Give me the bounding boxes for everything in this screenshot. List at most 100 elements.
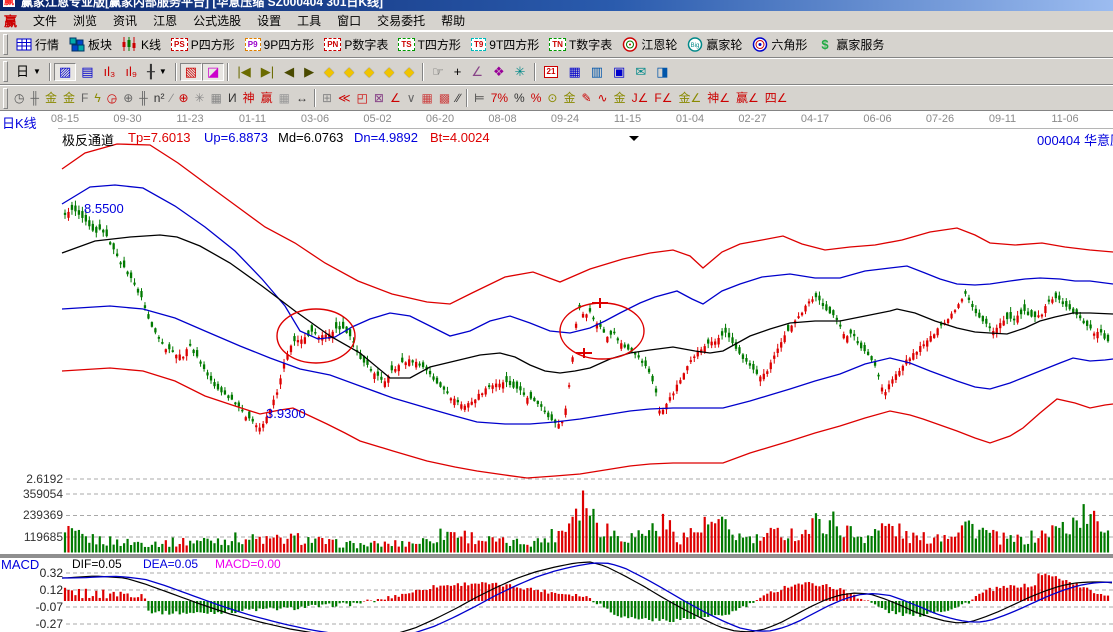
hand-tool-button[interactable]: ☞ <box>427 63 449 81</box>
j-angle-tool[interactable]: J∠ <box>629 90 652 106</box>
toolbar-handle[interactable] <box>3 34 8 55</box>
sectors-button[interactable]: 板块 <box>64 34 117 55</box>
gann-k-tool[interactable]: И <box>225 90 240 106</box>
info-panel-button[interactable]: ▤ <box>76 63 98 81</box>
overlay-chart-toggle[interactable]: ▧ <box>180 63 202 81</box>
mail-button[interactable]: ✉ <box>630 63 651 81</box>
menu-formula-stock-pick[interactable]: 公式选股 <box>185 13 249 29</box>
zoom-diamond-compress[interactable]: ◆ <box>379 62 399 82</box>
toolbar-handle[interactable] <box>3 88 8 109</box>
net-tool-button[interactable]: ✳ <box>510 63 531 81</box>
red-compass-icon: ◶ <box>107 91 117 105</box>
winner-service-button[interactable]: $赢家服务 <box>812 34 889 55</box>
ray-fan[interactable]: ≪ <box>335 90 354 106</box>
pencil-tool[interactable]: ✎ <box>578 90 594 106</box>
main-chart-toggle[interactable]: ▨ <box>54 63 76 81</box>
gold-line-tool[interactable]: 金 <box>560 90 578 106</box>
angle-ruler[interactable]: ∕ <box>167 90 175 106</box>
calculator-button[interactable]: ▦ <box>563 63 585 81</box>
quotes-button[interactable]: 行情 <box>11 34 64 55</box>
t-square-button[interactable]: TST四方形 <box>393 34 466 55</box>
ruler[interactable]: ╫ <box>27 90 42 106</box>
fan-box[interactable]: ◰ <box>354 90 371 106</box>
menu-file[interactable]: 文件 <box>25 13 65 29</box>
gann-wheel-button[interactable]: 江恩轮 <box>617 34 682 55</box>
gold-ruler-1[interactable]: 金 <box>42 90 60 106</box>
grape-tool-button[interactable]: ❖ <box>488 63 510 81</box>
grid-123[interactable]: ▦ <box>276 90 293 106</box>
crosshair-circle[interactable]: ⊕ <box>175 90 191 106</box>
parallel-lines[interactable]: ∕∕ <box>453 90 463 106</box>
menu-tools[interactable]: 工具 <box>289 13 329 29</box>
gold-ruler-2[interactable]: 金 <box>60 90 78 106</box>
print-button[interactable]: ◨ <box>651 63 673 81</box>
color-analysis-toggle[interactable]: ◪ <box>202 63 224 81</box>
crosshair-tool-button[interactable]: + <box>449 63 467 81</box>
gann-compass[interactable]: ◷ <box>11 90 27 106</box>
calendar-button[interactable]: 21 <box>539 64 564 80</box>
save-button[interactable]: ▣ <box>608 63 630 81</box>
9t-square-button[interactable]: T99T四方形 <box>466 34 544 55</box>
red-compass[interactable]: ◶ <box>104 90 120 106</box>
spiral-tool[interactable]: ✳ <box>192 90 208 106</box>
zoom-diamond-expand[interactable]: ◆ <box>359 62 379 82</box>
n-square-tool[interactable]: n² <box>151 90 168 106</box>
percent-tool[interactable]: % <box>511 90 528 106</box>
f-angle-tool[interactable]: F∠ <box>651 90 675 106</box>
ruler-2[interactable]: ╫ <box>136 90 151 106</box>
si-angle-tool[interactable]: 四∠ <box>762 90 791 106</box>
box-tool[interactable]: ⊞ <box>319 90 335 106</box>
kline-button[interactable]: K线 <box>117 34 166 55</box>
span-ruler[interactable]: ↔ <box>293 90 311 106</box>
zoom-diamond-center[interactable]: ◆ <box>399 62 419 82</box>
angle-lines[interactable]: ∠ <box>387 90 404 106</box>
grid-tool[interactable]: ▦ <box>419 90 436 106</box>
spiral-grid[interactable]: ▦ <box>208 90 225 106</box>
memo-button[interactable]: ▥ <box>586 63 608 81</box>
next-bar-button[interactable]: ▶ <box>299 63 319 81</box>
menu-trade-entrust[interactable]: 交易委托 <box>369 13 433 29</box>
circle-ruler[interactable]: ⊕ <box>120 90 136 106</box>
win-ruler[interactable]: 赢 <box>258 90 276 106</box>
check-lines[interactable]: ∨ <box>404 90 419 106</box>
hexagon-button[interactable]: 六角形 <box>747 34 812 55</box>
win-angle-tool[interactable]: 赢∠ <box>733 90 762 106</box>
angle-measure-button[interactable]: ∠ <box>466 63 488 81</box>
prev-bar-button[interactable]: ◀ <box>279 63 299 81</box>
scale-tool[interactable]: ⊨ <box>471 90 487 106</box>
p-square-button[interactable]: PSP四方形 <box>166 34 240 55</box>
gold-angle-base[interactable]: 金 <box>611 90 629 106</box>
menu-help[interactable]: 帮助 <box>433 13 473 29</box>
t-number-table-button[interactable]: TNT数字表 <box>544 34 617 55</box>
small-bars-3-button[interactable]: ıl₃ <box>99 63 121 81</box>
small-bars-9-button[interactable]: ıl₉ <box>120 63 142 81</box>
winner-wheel-button[interactable]: Big赢家轮 <box>682 34 747 55</box>
gold-circle-tool[interactable]: ⊙ <box>544 90 560 106</box>
menu-browse[interactable]: 浏览 <box>65 13 105 29</box>
zoom-diamond-left[interactable]: ◆ <box>319 62 339 82</box>
seven-percent-tool[interactable]: 7% <box>488 90 511 106</box>
candle-style-dropdown[interactable]: ╂▼ <box>142 63 172 81</box>
spiral-ruler[interactable]: ϟ <box>91 90 103 106</box>
menu-settings[interactable]: 设置 <box>249 13 289 29</box>
zoom-diamond-right[interactable]: ◆ <box>339 62 359 82</box>
percent-line-tool[interactable]: % <box>528 90 545 106</box>
period-daily-dropdown[interactable]: 日▼ <box>11 63 46 81</box>
menu-news[interactable]: 资讯 <box>105 13 145 29</box>
grid-tool-2[interactable]: ▩ <box>436 90 453 106</box>
gold-angle-tool[interactable]: 金∠ <box>675 90 704 106</box>
f-ruler[interactable]: F <box>78 90 91 106</box>
menu-window[interactable]: 窗口 <box>329 13 369 29</box>
9p-square-button[interactable]: P99P四方形 <box>240 34 319 55</box>
toolbar-handle[interactable] <box>3 61 8 82</box>
shen-angle-tool[interactable]: 神∠ <box>704 90 733 106</box>
menu-gann[interactable]: 江恩 <box>145 13 185 29</box>
last-bar-button[interactable]: ▶| <box>256 63 279 81</box>
first-bar-button[interactable]: |◀ <box>232 63 255 81</box>
p-number-table-button[interactable]: PNP数字表 <box>319 34 393 55</box>
title-bar[interactable]: 赢 赢家江恩专业版[赢家内部服务平台] [华意压缩 SZ000404 301日K… <box>0 0 1113 11</box>
chart-area[interactable]: 08-1509-3011-2301-1103-0605-0206-2008-08… <box>0 111 1113 632</box>
cross-box[interactable]: ⊠ <box>371 90 387 106</box>
shen-ruler[interactable]: 神 <box>240 90 258 106</box>
wave-tool[interactable]: ∿ <box>595 90 611 106</box>
